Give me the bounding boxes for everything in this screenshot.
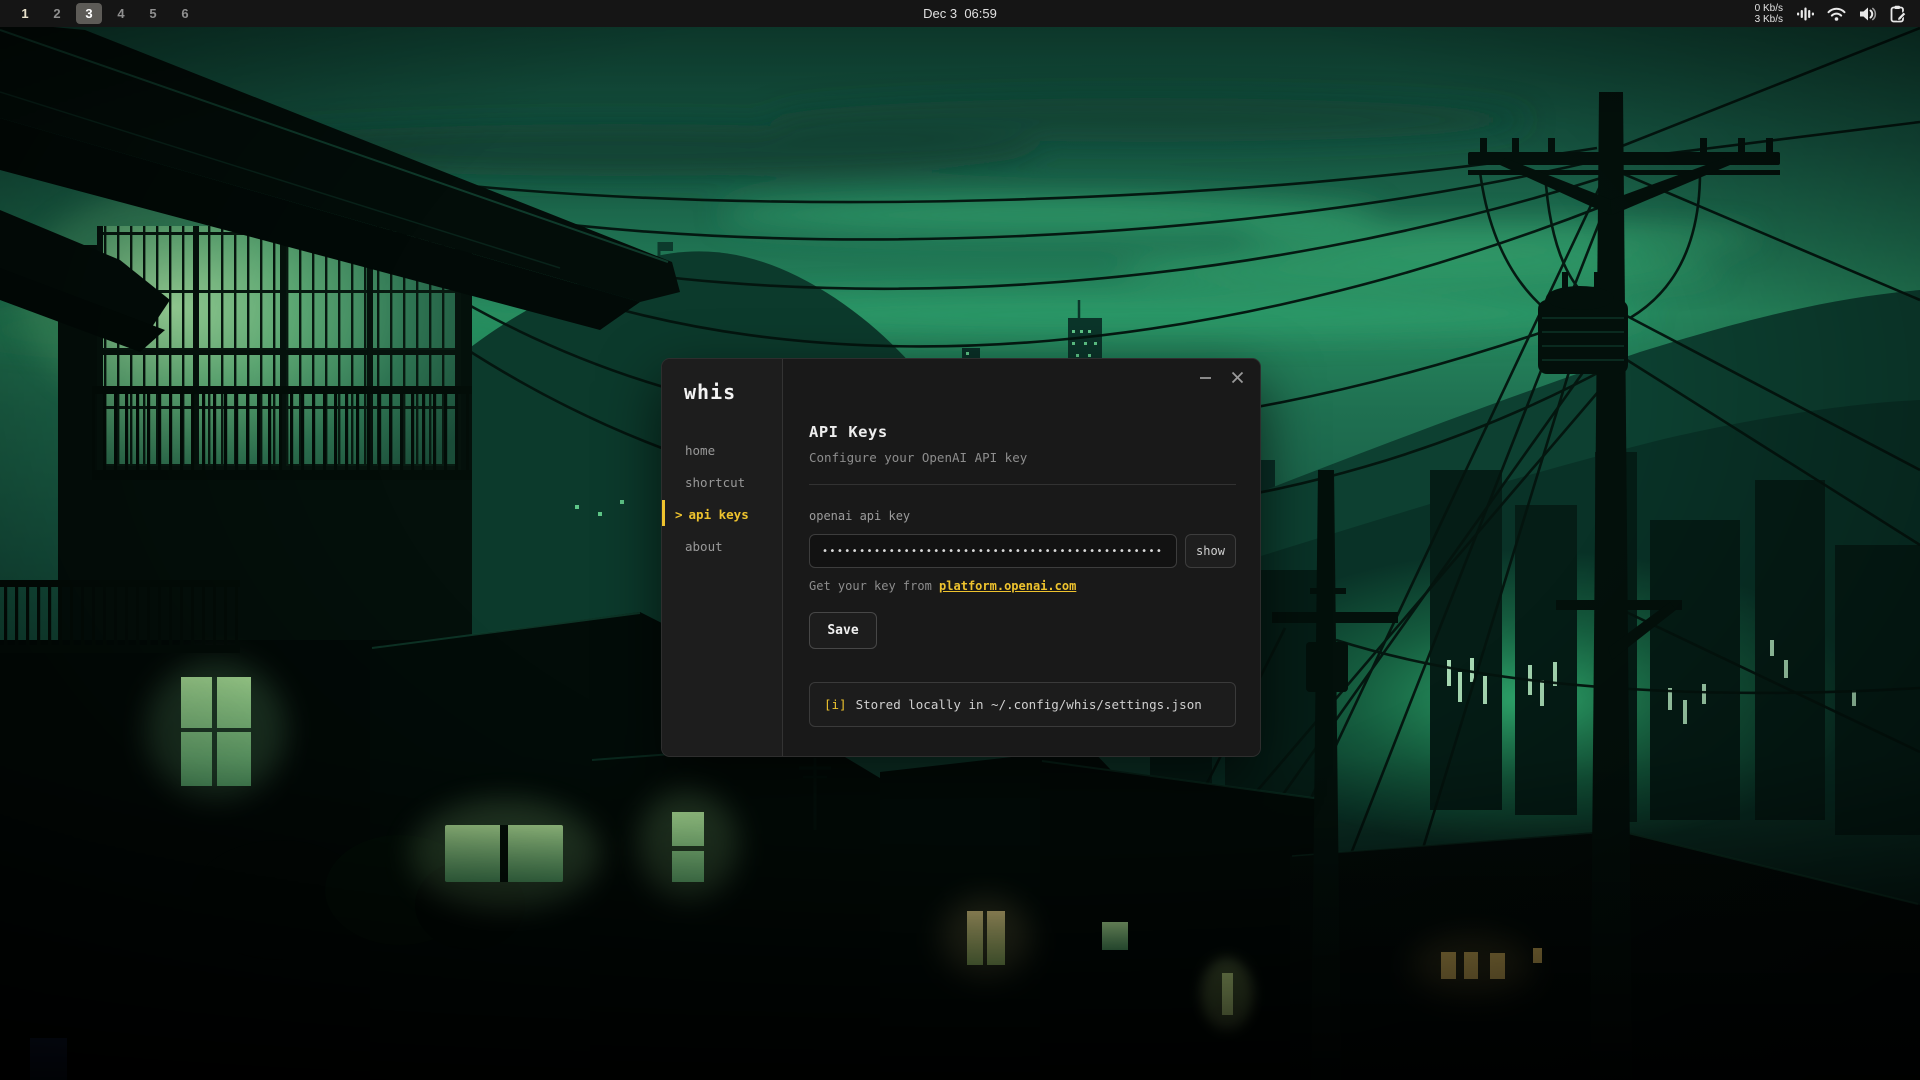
sidebar-item-about[interactable]: about xyxy=(662,530,782,562)
workspace-3[interactable]: 3 xyxy=(76,3,102,24)
api-key-input[interactable] xyxy=(809,534,1177,568)
api-key-row: show xyxy=(809,534,1236,568)
sidebar-item-home[interactable]: home xyxy=(662,434,782,466)
system-tray: 0 Kb/s 3 Kb/s xyxy=(1755,3,1920,25)
section-divider xyxy=(809,484,1236,485)
main-panel: API Keys Configure your OpenAI API key o… xyxy=(783,359,1260,756)
window-controls xyxy=(1198,370,1245,385)
storage-info-text: Stored locally in ~/.config/whis/setting… xyxy=(855,697,1202,712)
sidebar-item-label: home xyxy=(685,442,716,458)
network-up-speed: 0 Kb/s xyxy=(1754,2,1783,14)
help-text: Get your key from platform.openai.com xyxy=(809,579,1076,593)
sidebar: whis home shortcut > api keys about xyxy=(662,359,783,756)
workspace-4[interactable]: 4 xyxy=(108,3,134,24)
sidebar-item-api-keys[interactable]: > api keys xyxy=(662,498,782,530)
workspace-6[interactable]: 6 xyxy=(172,3,198,24)
platform-openai-link[interactable]: platform.openai.com xyxy=(939,579,1076,593)
sidebar-item-label: about xyxy=(685,538,723,554)
workspace-2[interactable]: 2 xyxy=(44,3,70,24)
sidebar-item-label: shortcut xyxy=(685,474,746,490)
top-status-bar: 1 2 3 4 5 6 Dec 3 06:59 0 Kb/s 3 Kb/s xyxy=(0,0,1920,27)
app-title: whis xyxy=(684,380,737,404)
help-prefix: Get your key from xyxy=(809,579,940,593)
active-item-accent-bar xyxy=(662,500,665,526)
clock: Dec 3 06:59 xyxy=(923,6,997,21)
save-button[interactable]: Save xyxy=(809,612,877,649)
sidebar-item-label: api keys xyxy=(688,506,749,522)
audio-levels-icon[interactable] xyxy=(1796,5,1814,23)
storage-info-box: [i] Stored locally in ~/.config/whis/set… xyxy=(809,682,1236,727)
clipboard-edit-icon[interactable] xyxy=(1890,5,1907,23)
workspace-5[interactable]: 5 xyxy=(140,3,166,24)
active-item-chevron: > xyxy=(675,506,683,522)
desktop: 1 2 3 4 5 6 Dec 3 06:59 0 Kb/s 3 Kb/s wh… xyxy=(0,0,1920,1080)
api-key-field-label: openai api key xyxy=(809,509,911,523)
network-down-speed: 3 Kb/s xyxy=(1754,13,1783,25)
sidebar-nav: home shortcut > api keys about xyxy=(662,434,782,562)
info-icon: [i] xyxy=(824,697,847,712)
sidebar-item-shortcut[interactable]: shortcut xyxy=(662,466,782,498)
close-icon[interactable] xyxy=(1230,370,1245,385)
wifi-icon[interactable] xyxy=(1827,6,1846,22)
workspace-switcher: 1 2 3 4 5 6 xyxy=(0,3,201,24)
network-speed: 0 Kb/s 3 Kb/s xyxy=(1755,3,1783,25)
volume-icon[interactable] xyxy=(1859,6,1877,22)
page-subtitle: Configure your OpenAI API key xyxy=(809,450,1028,465)
show-key-button[interactable]: show xyxy=(1185,534,1236,568)
whis-window: whis home shortcut > api keys about API … xyxy=(661,358,1261,757)
workspace-1[interactable]: 1 xyxy=(12,3,38,24)
page-title: API Keys xyxy=(809,423,888,441)
minimize-icon[interactable] xyxy=(1198,370,1213,385)
